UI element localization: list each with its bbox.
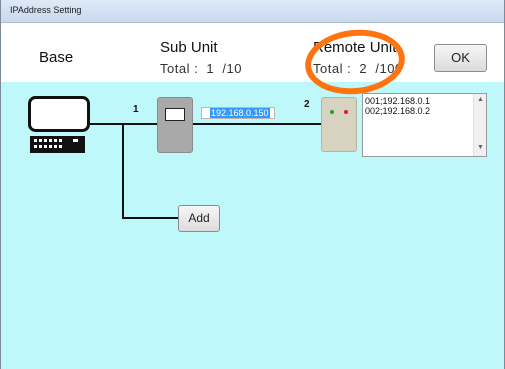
list-item[interactable]: 002;192.168.0.2 (365, 106, 430, 116)
sub-unit-ip-input[interactable]: 192.168.0.150 (201, 107, 275, 119)
scroll-up-icon[interactable]: ▲ (477, 96, 484, 103)
branch-to-add-line (122, 217, 178, 219)
sub-unit-number: 1 (133, 104, 139, 115)
ipaddress-setting-window: IPAddress Setting Base Sub Unit Total : … (0, 0, 505, 369)
sub-unit-total: Total : 1 /10 (160, 61, 242, 76)
window-title: IPAddress Setting (10, 5, 82, 15)
sub-unit-device-icon[interactable] (157, 97, 193, 153)
title-bar: IPAddress Setting (1, 0, 504, 23)
base-label: Base (39, 49, 74, 66)
topology-canvas: 1 2 192.168.0.150 001;192.168.0.1 002;19… (1, 82, 504, 369)
sub-to-remote-line (193, 123, 321, 125)
scroll-down-icon[interactable]: ▼ (477, 144, 484, 151)
sub-unit-title: Sub Unit (160, 39, 218, 56)
ok-button[interactable]: OK (434, 44, 487, 72)
red-led-icon (344, 110, 348, 114)
sub-unit-screen (165, 108, 185, 121)
base-unit-icon[interactable] (28, 96, 90, 154)
remote-unit-number: 2 (304, 99, 310, 110)
green-led-icon (330, 110, 334, 114)
list-item[interactable]: 001;192.168.0.1 (365, 96, 430, 106)
remote-unit-device-icon[interactable] (321, 97, 357, 152)
list-scrollbar[interactable]: ▲ ▼ (473, 94, 486, 156)
remote-unit-list[interactable]: 001;192.168.0.1 002;192.168.0.2 ▲ ▼ (362, 93, 487, 157)
header-panel: Base Sub Unit Total : 1 /10 Remote Unit … (1, 23, 504, 82)
sub-unit-ip-value: 192.168.0.150 (210, 108, 270, 118)
branch-vertical-line (122, 123, 124, 219)
add-button[interactable]: Add (178, 205, 220, 232)
